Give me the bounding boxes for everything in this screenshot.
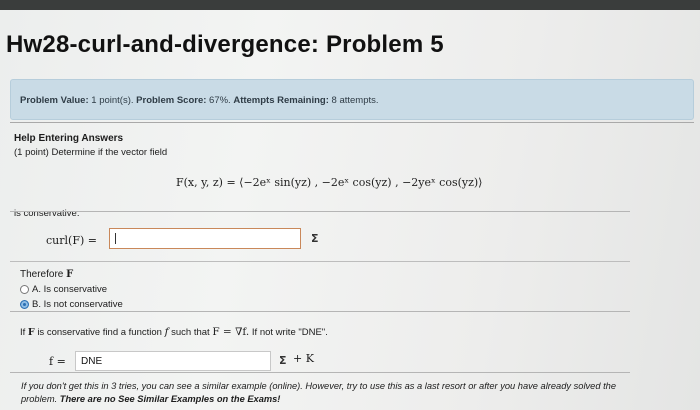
instr-var-f: F xyxy=(27,327,35,338)
divider xyxy=(10,211,630,212)
help-entering-answers-link[interactable]: Help Entering Answers xyxy=(14,133,123,144)
instr-equation: F = ∇f. xyxy=(212,326,250,338)
curl-label: curl(F) = xyxy=(46,234,97,247)
divider xyxy=(10,122,694,123)
vector-field-formula: F(x, y, z) = ⟨−2eˣ sin(yz) , −2eˣ cos(yz… xyxy=(176,176,483,189)
problem-score: 67%. xyxy=(209,95,231,106)
therefore-prefix: Therefore xyxy=(20,269,64,280)
problem-page: Hw28-curl-and-divergence: Problem 5 Prob… xyxy=(0,10,700,410)
problem-value-label: Problem Value: xyxy=(20,95,89,106)
instr-var-small-f: f xyxy=(164,326,169,338)
therefore-text: Therefore F xyxy=(20,269,73,280)
potential-label: f = xyxy=(49,355,66,368)
problem-info-text: Problem Value: 1 point(s). Problem Score… xyxy=(20,95,379,106)
attempts-remaining-label: Attempts Remaining: xyxy=(233,95,329,106)
divider xyxy=(10,311,630,312)
therefore-variable: F xyxy=(66,269,74,280)
equation-editor-icon[interactable]: Σ xyxy=(311,232,319,245)
radio-icon[interactable] xyxy=(20,285,29,294)
plus-constant-text: + K xyxy=(293,352,314,365)
problem-info-bar: Problem Value: 1 point(s). Problem Score… xyxy=(10,79,694,120)
attempts-remaining: 8 attempts. xyxy=(331,95,379,106)
curl-answer-input[interactable] xyxy=(109,228,301,249)
option-b-label: B. Is not conservative xyxy=(32,299,123,310)
footnote: If you don't get this in 3 tries, you ca… xyxy=(21,380,621,406)
problem-score-label: Problem Score: xyxy=(136,95,207,106)
divider xyxy=(10,261,630,262)
divider xyxy=(10,372,630,373)
instr-text: such that xyxy=(171,327,210,338)
problem-prompt: (1 point) Determine if the vector field xyxy=(14,147,168,158)
option-a-conservative[interactable]: A. Is conservative xyxy=(20,284,107,295)
potential-answer-value: DNE xyxy=(81,356,103,367)
footnote-warning: There are no See Similar Examples on the… xyxy=(59,394,281,404)
is-conservative-text: is conservative. xyxy=(14,208,80,219)
potential-instructions: If F is conservative find a function f s… xyxy=(20,326,328,338)
instr-text: If not write "DNE". xyxy=(251,327,328,338)
text-cursor xyxy=(115,233,116,244)
instr-text: If xyxy=(20,327,26,338)
radio-selected-icon[interactable] xyxy=(20,300,29,309)
page-title: Hw28-curl-and-divergence: Problem 5 xyxy=(6,31,444,58)
option-b-not-conservative[interactable]: B. Is not conservative xyxy=(20,299,123,310)
problem-value: 1 point(s). xyxy=(91,95,134,106)
equation-editor-icon[interactable]: Σ xyxy=(279,354,287,367)
option-a-label: A. Is conservative xyxy=(32,284,107,295)
potential-answer-input[interactable]: DNE xyxy=(75,351,271,371)
instr-text: is conservative find a function xyxy=(37,327,162,338)
